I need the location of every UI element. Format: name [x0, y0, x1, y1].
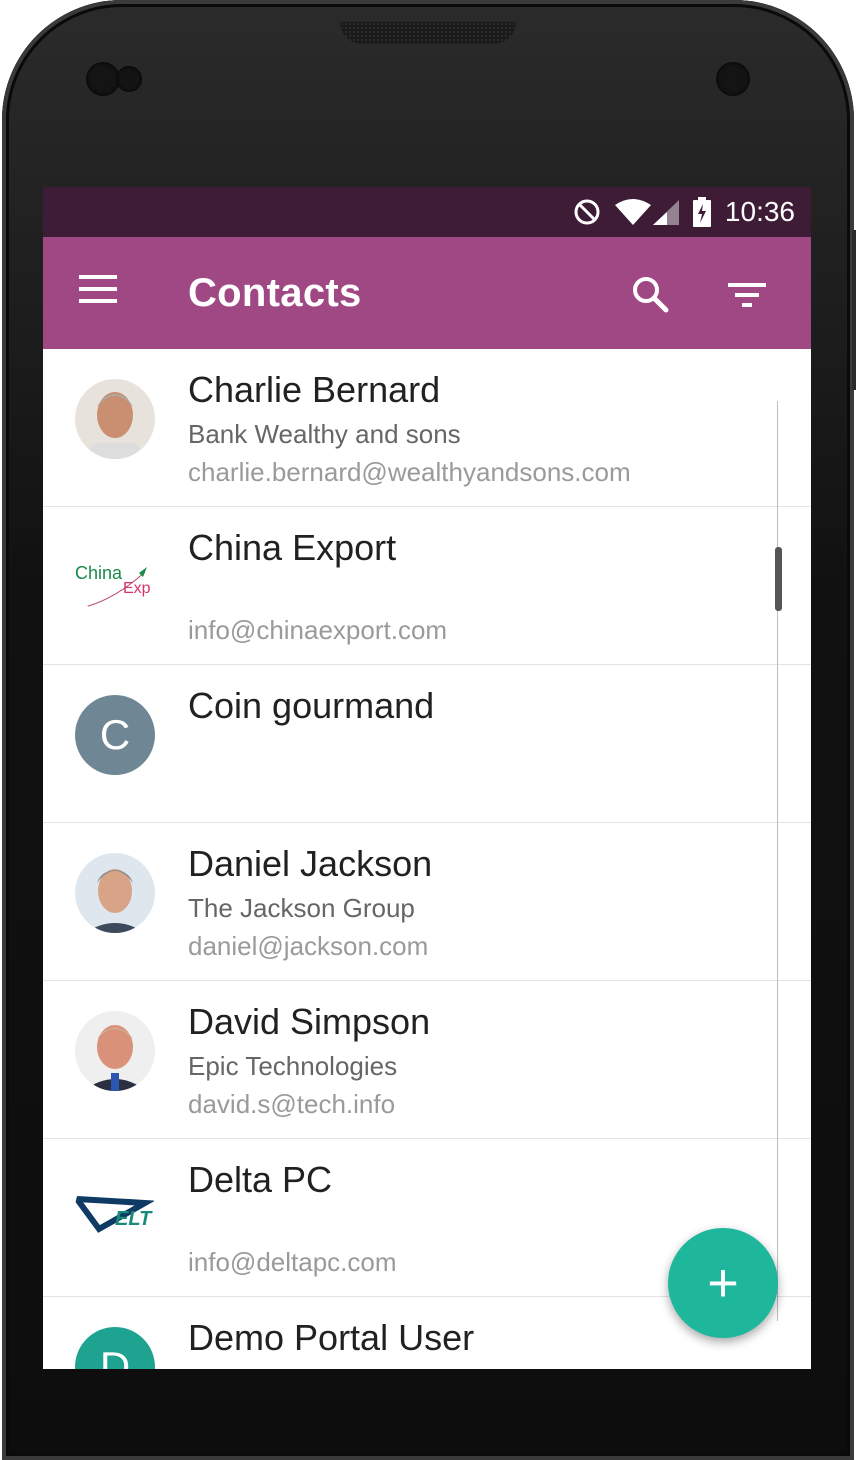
light-sensor	[116, 66, 142, 92]
svg-text:Exp: Exp	[123, 580, 151, 597]
contact-row-china-export[interactable]: China Exp China Export info@chinaexport.…	[43, 507, 811, 665]
app-bar: Contacts	[43, 237, 811, 349]
page-title: Contacts	[188, 271, 362, 315]
filter-button[interactable]	[725, 273, 769, 317]
contact-name: China Export	[188, 527, 397, 568]
menu-icon-line	[79, 287, 117, 291]
contact-email: charlie.bernard@wealthyandsons.com	[188, 457, 631, 487]
contact-name: Demo Portal User	[188, 1317, 475, 1358]
search-button[interactable]	[629, 273, 673, 317]
avatar-initial: D	[75, 1327, 155, 1369]
contact-company: The Jackson Group	[188, 893, 415, 923]
menu-button[interactable]	[79, 275, 119, 311]
china-export-logo-icon: China Exp	[75, 537, 155, 617]
menu-icon-line	[79, 299, 117, 303]
contact-name: David Simpson	[188, 1001, 431, 1042]
scrollbar-track[interactable]	[777, 401, 778, 1321]
front-camera	[716, 62, 750, 96]
status-icons: 10:36	[573, 187, 795, 237]
contact-name: Coin gourmand	[188, 685, 435, 726]
contact-list: Charlie Bernard Bank Wealthy and sons ch…	[43, 349, 811, 1369]
search-icon	[633, 277, 669, 313]
contact-company: Bank Wealthy and sons	[188, 419, 461, 449]
delta-pc-logo-icon: ELT	[75, 1169, 155, 1249]
person-photo-icon	[75, 853, 155, 933]
contact-email: info@deltapc.com	[188, 1247, 397, 1277]
battery-charging-icon	[692, 197, 711, 227]
avatar-initial: C	[75, 695, 155, 775]
filter-icon	[728, 283, 766, 307]
proximity-sensor	[86, 62, 120, 96]
avatar	[75, 853, 155, 933]
avatar	[75, 379, 155, 459]
avatar	[75, 1011, 155, 1091]
contact-name: Charlie Bernard	[188, 369, 441, 410]
status-bar: 10:36	[43, 187, 811, 237]
screen: 10:36 Contacts Charlie Bernard Bank Weal…	[43, 187, 811, 1369]
avatar: China Exp	[75, 537, 155, 617]
contact-email: david.s@tech.info	[188, 1089, 396, 1119]
do-not-disturb-icon	[574, 199, 600, 225]
person-photo-icon	[75, 1011, 155, 1091]
status-time: 10:36	[724, 196, 795, 227]
contact-email: daniel@jackson.com	[188, 931, 429, 961]
power-button	[852, 230, 856, 390]
avatar: ELT	[75, 1169, 155, 1249]
contact-name: Daniel Jackson	[188, 843, 433, 884]
contact-email: info@chinaexport.com	[188, 615, 448, 645]
contact-name: Delta PC	[188, 1159, 333, 1200]
menu-icon	[79, 275, 117, 279]
contact-row-coin-gourmand[interactable]: C Coin gourmand	[43, 665, 811, 823]
svg-text:China: China	[75, 563, 123, 583]
scrollbar-thumb[interactable]	[775, 547, 782, 611]
speaker-grille	[340, 22, 516, 44]
contact-company: Epic Technologies	[188, 1051, 398, 1081]
add-contact-button[interactable]: +	[668, 1228, 778, 1338]
svg-text:ELT: ELT	[115, 1208, 153, 1230]
phone-frame: 10:36 Contacts Charlie Bernard Bank Weal…	[0, 0, 856, 1460]
contact-row-david-simpson[interactable]: David Simpson Epic Technologies david.s@…	[43, 981, 811, 1139]
contact-row-daniel-jackson[interactable]: Daniel Jackson The Jackson Group daniel@…	[43, 823, 811, 981]
contact-row-charlie-bernard[interactable]: Charlie Bernard Bank Wealthy and sons ch…	[43, 349, 811, 507]
signal-icon	[652, 200, 679, 225]
person-photo-icon	[75, 379, 155, 459]
wifi-icon	[614, 199, 651, 225]
